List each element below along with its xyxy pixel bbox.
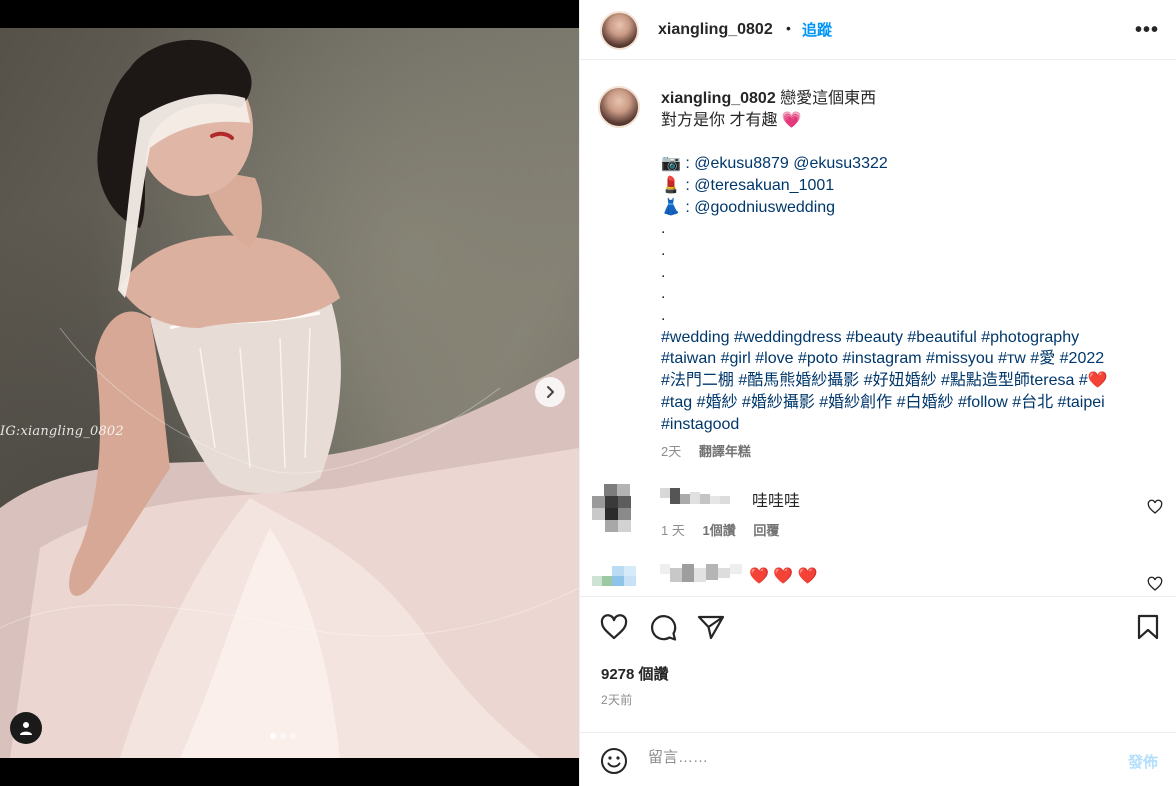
author-username[interactable]: xiangling_0802 xyxy=(658,21,773,39)
likes-count[interactable]: 9278 個讚 xyxy=(601,663,669,684)
comment-icon[interactable] xyxy=(649,614,677,642)
commenter-avatar[interactable] xyxy=(592,562,642,595)
comment-like-heart-icon[interactable] xyxy=(1147,499,1163,515)
photo-illustration xyxy=(0,39,579,758)
post-header: xiangling_0802 • 追蹤 ••• xyxy=(580,0,1176,60)
comment-likes[interactable]: 1個讚 xyxy=(702,523,735,538)
caption-line xyxy=(661,131,1161,153)
comment-like-heart-icon[interactable] xyxy=(1147,576,1163,592)
commenter-avatar[interactable] xyxy=(592,482,642,532)
caption-credit-photo[interactable]: 📷 : @ekusu8879 @ekusu3322 xyxy=(661,153,1161,175)
user-tag-icon xyxy=(20,722,32,735)
caption-line: . xyxy=(661,285,666,303)
action-bar xyxy=(580,596,1176,656)
pixelated-username xyxy=(660,564,742,582)
header-separator: • xyxy=(786,20,791,36)
post-media: IG:xiangling_0802 xyxy=(0,0,579,786)
caption-line: . xyxy=(661,220,666,238)
carousel-dot xyxy=(290,733,296,739)
follow-button[interactable]: 追蹤 xyxy=(802,19,832,40)
post-timestamp: 2天前 xyxy=(601,693,633,707)
photo-watermark: IG:xiangling_0802 xyxy=(0,424,124,439)
caption-hashtags[interactable]: #taiwan #girl #love #poto #instagram #mi… xyxy=(661,348,1161,370)
carousel-dot xyxy=(280,733,286,739)
caption-hashtags[interactable]: #tag #婚紗 #婚紗攝影 #婚紗創作 #白婚紗 #follow #台北 #t… xyxy=(661,392,1161,414)
user-tag-button[interactable] xyxy=(10,712,42,744)
caption-hashtags[interactable]: #instagood xyxy=(661,414,1161,436)
caption-line: xiangling_0802 戀愛這個東西 xyxy=(661,88,1161,110)
pixelated-avatar xyxy=(592,562,642,595)
comment-time: 1 天 xyxy=(661,523,685,538)
comment-input[interactable] xyxy=(648,749,1088,766)
post-comment-button[interactable]: 發佈 xyxy=(1128,751,1158,772)
comment-text: 哇哇哇 xyxy=(752,493,801,510)
author-avatar[interactable] xyxy=(600,11,639,50)
reply-button[interactable]: 回覆 xyxy=(753,523,779,538)
chevron-right-icon xyxy=(547,386,554,398)
caption-line: 對方是你 才有趣 💗 xyxy=(661,111,802,129)
post-side-panel: xiangling_0802 • 追蹤 ••• xiangling_0802 戀… xyxy=(579,0,1176,786)
pixelated-avatar xyxy=(592,482,642,532)
commenter-username[interactable] xyxy=(660,486,750,506)
carousel-indicator xyxy=(270,733,296,739)
post-photo[interactable]: IG:xiangling_0802 xyxy=(0,28,579,758)
more-options-button[interactable]: ••• xyxy=(1135,19,1159,42)
comment-meta: 1 天 1個讚 回覆 xyxy=(661,520,779,539)
caption-body: xiangling_0802 戀愛這個東西 對方是你 才有趣 💗 📷 : @ek… xyxy=(661,88,1161,435)
caption-line-text: 戀愛這個東西 xyxy=(780,90,877,107)
comments-section[interactable]: xiangling_0802 戀愛這個東西 對方是你 才有趣 💗 📷 : @ek… xyxy=(580,68,1176,595)
share-icon[interactable] xyxy=(697,614,725,640)
add-comment-bar: 發佈 xyxy=(580,732,1176,786)
caption-line: . xyxy=(661,241,666,259)
caption-line: . xyxy=(661,307,666,325)
pixelated-username xyxy=(660,488,730,504)
translate-button[interactable]: 翻譯年糕 xyxy=(699,444,751,459)
caption-time: 2天 xyxy=(661,444,682,459)
caption-credit-dress[interactable]: 👗 : @goodniuswedding xyxy=(661,197,1161,219)
carousel-dot xyxy=(270,733,276,739)
emoji-icon[interactable] xyxy=(600,747,628,775)
save-icon[interactable] xyxy=(1136,614,1160,640)
carousel-next-button[interactable] xyxy=(535,377,565,407)
caption-line: . xyxy=(661,263,666,281)
caption-meta: 2天 翻譯年糕 xyxy=(661,441,751,460)
caption-credit-makeup[interactable]: 💄 : @teresakuan_1001 xyxy=(661,175,1161,197)
caption-username[interactable]: xiangling_0802 xyxy=(661,90,776,107)
caption-hashtags[interactable]: #wedding #weddingdress #beauty #beautifu… xyxy=(661,327,1161,349)
caption-author-avatar[interactable] xyxy=(598,86,640,128)
comment-text: ❤️ ❤️ ❤️ xyxy=(749,568,818,585)
commenter-username[interactable] xyxy=(660,562,746,582)
caption-hashtags[interactable]: #法門二棚 #酷馬熊婚紗攝影 #好妞婚紗 #點點造型師teresa #❤️ xyxy=(661,370,1161,392)
heart-icon[interactable] xyxy=(600,614,628,640)
